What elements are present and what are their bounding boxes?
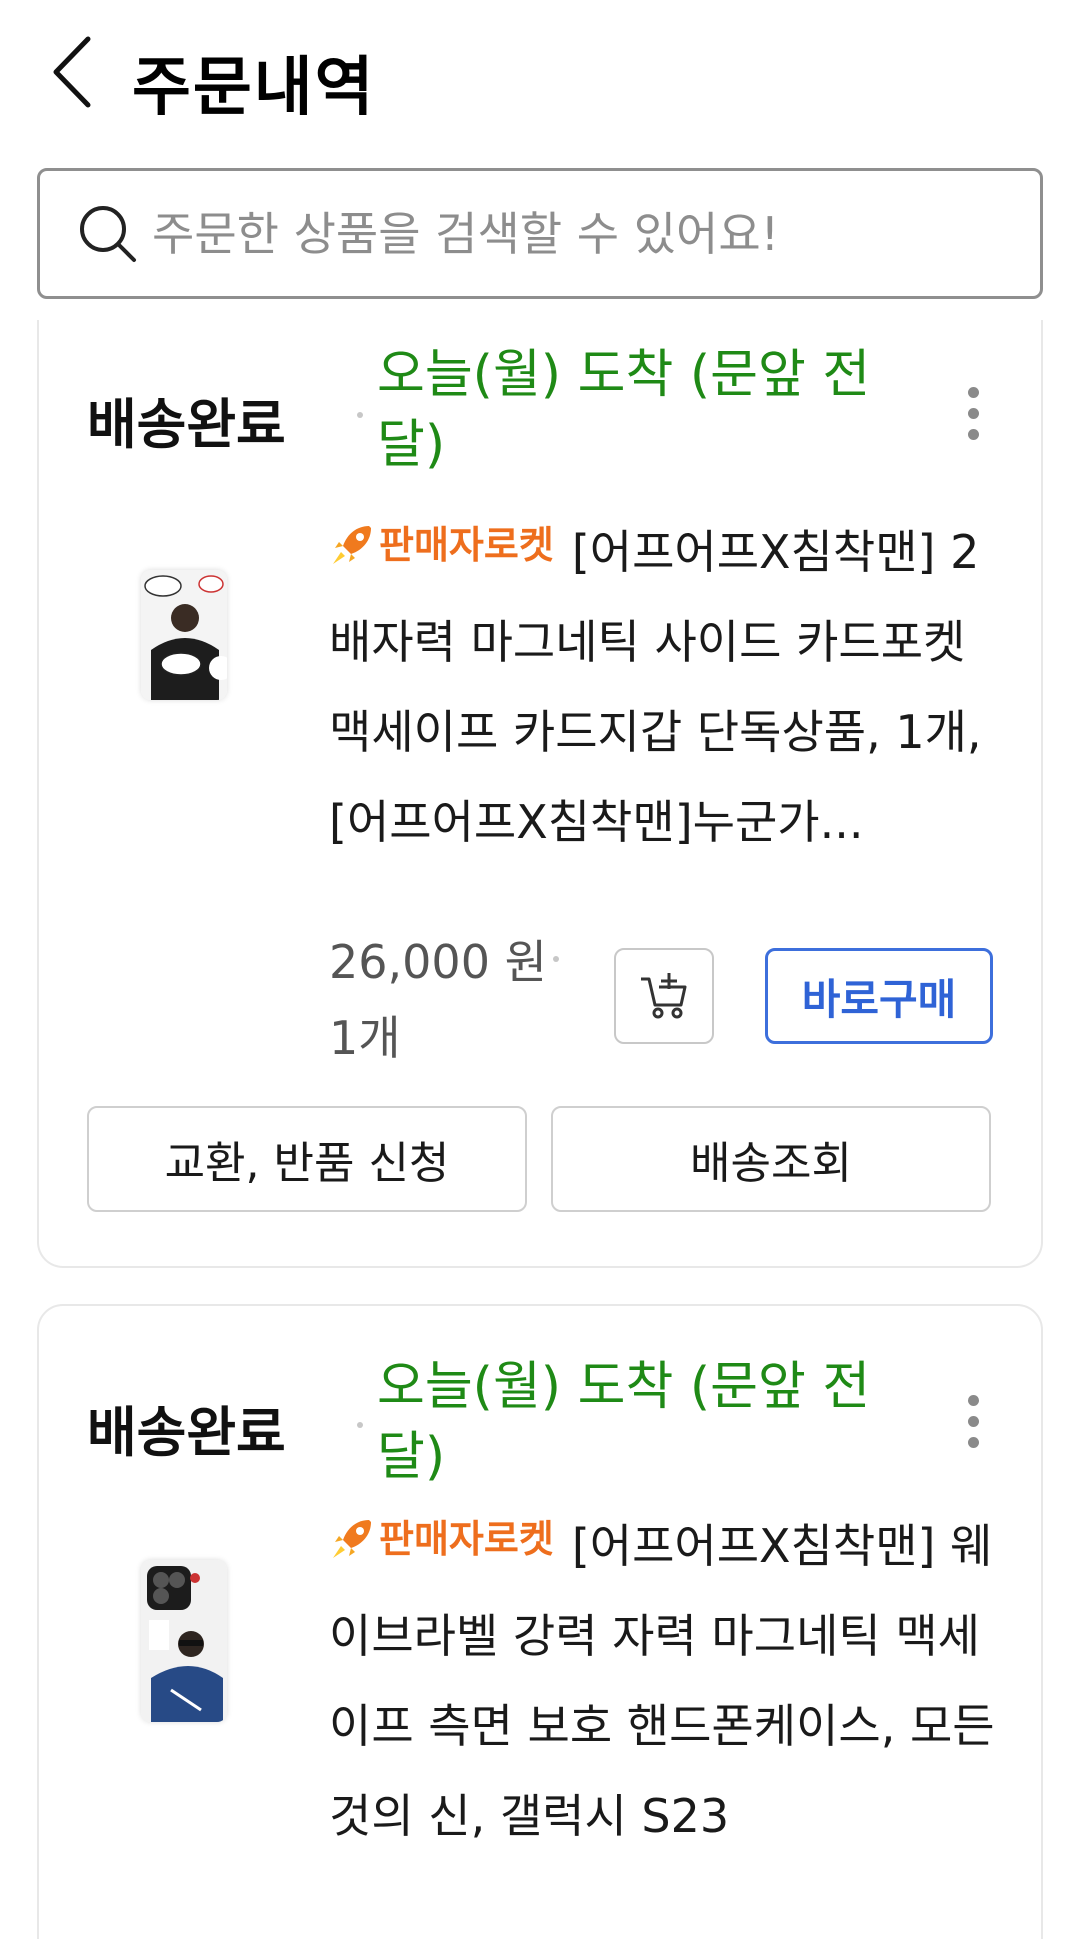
product-thumbnail[interactable] (141, 1560, 227, 1722)
product-quantity: 1개 (329, 1011, 401, 1065)
badge-label: 판매자로켓 (379, 523, 554, 567)
search-box[interactable] (37, 168, 1043, 299)
seller-rocket-badge: 판매자로켓 (329, 1494, 554, 1584)
arrival-info: 오늘(월) 도착 (문앞 전달) (377, 345, 871, 475)
separator-dot (357, 1422, 363, 1428)
product-price: 26,000 원 (329, 935, 547, 989)
product-info[interactable]: 판매자로켓 [어프어프X침착맨] 웨이브라벨 강력 자력 마그네틱 맥세이프 측… (329, 1494, 1019, 1861)
more-options-button[interactable] (953, 368, 993, 458)
exchange-return-button[interactable]: 교환, 반품 신청 (87, 1106, 527, 1212)
back-button[interactable] (42, 32, 102, 112)
separator-dot (553, 956, 559, 962)
delivery-status: 배송완료 (87, 1401, 286, 1464)
header: 주문내역 (0, 0, 1080, 150)
back-arrow-icon (53, 36, 91, 108)
page-title: 주문내역 (132, 51, 376, 125)
search-input[interactable] (152, 206, 1012, 261)
badge-label: 판매자로켓 (379, 1517, 554, 1561)
add-to-cart-icon (641, 973, 687, 1019)
order-card: 배송완료 오늘(월) 도착 (문앞 전달) 판매자로켓 [어프어프X침착맨] 웨… (37, 1304, 1043, 1939)
more-vertical-icon (967, 386, 979, 398)
product-thumbnail[interactable] (141, 570, 227, 700)
separator-dot (357, 412, 363, 418)
rocket-icon (333, 526, 371, 564)
price-block: 26,000 원 1개 (329, 924, 547, 1076)
order-header: 배송완료 오늘(월) 도착 (문앞 전달) (87, 1306, 987, 1487)
search-icon (80, 205, 136, 262)
more-options-button[interactable] (953, 1376, 993, 1466)
buy-now-button[interactable]: 바로구매 (765, 948, 993, 1044)
rocket-icon (333, 1520, 371, 1558)
arrival-info: 오늘(월) 도착 (문앞 전달) (377, 1357, 871, 1487)
order-card: 배송완료 오늘(월) 도착 (문앞 전달) 판매자로켓 [어프어프X침착맨] 2… (37, 320, 1043, 1268)
delivery-tracking-button[interactable]: 배송조회 (551, 1106, 991, 1212)
product-info[interactable]: 판매자로켓 [어프어프X침착맨] 2배자력 마그네틱 사이드 카드포켓 맥세이프… (329, 500, 1019, 867)
seller-rocket-badge: 판매자로켓 (329, 500, 554, 590)
delivery-status: 배송완료 (87, 393, 286, 456)
more-vertical-icon (967, 1394, 979, 1406)
add-to-cart-button[interactable] (614, 948, 714, 1044)
order-header: 배송완료 오늘(월) 도착 (문앞 전달) (87, 320, 987, 480)
